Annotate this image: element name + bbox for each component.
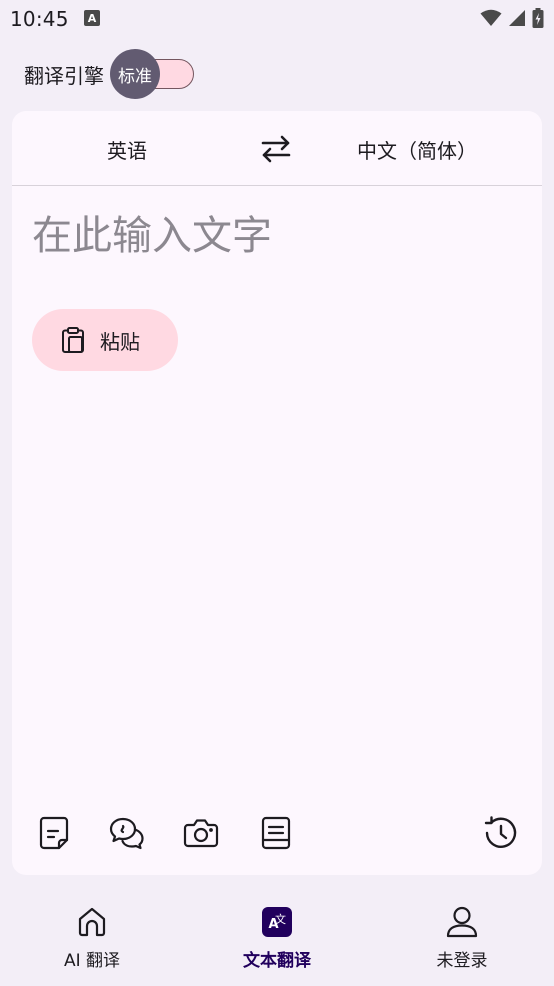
- note-icon: [39, 816, 69, 850]
- nav-label-ai-translate: AI 翻译: [63, 951, 121, 971]
- conversation-icon: [109, 817, 144, 850]
- clipboard-icon: [62, 327, 84, 353]
- battery-icon: [532, 8, 544, 28]
- language-row: 英语 中文（简体）: [12, 111, 542, 186]
- a-notification-icon: A: [84, 10, 100, 26]
- nav-item-text-translate[interactable]: A 文 文本翻译: [207, 904, 347, 974]
- nav-item-account[interactable]: 未登录: [392, 904, 532, 974]
- status-bar: 10:45 A: [0, 0, 554, 38]
- home-icon-wrap: [72, 904, 112, 940]
- nav-label-text-translate: 文本翻译: [243, 951, 311, 971]
- paste-button[interactable]: 粘贴: [32, 309, 178, 371]
- document-icon: [261, 816, 291, 850]
- history-button[interactable]: [478, 811, 522, 855]
- svg-text:文: 文: [275, 912, 286, 926]
- note-button[interactable]: [32, 811, 76, 855]
- paste-label: 粘贴: [100, 329, 140, 354]
- bottom-nav: AI 翻译 A 文 文本翻译 未登录: [0, 890, 554, 986]
- person-icon-wrap: [442, 904, 482, 940]
- translation-card: 英语 中文（简体） 粘贴: [12, 111, 542, 875]
- engine-toggle[interactable]: 标准: [110, 49, 194, 99]
- nav-label-account: 未登录: [436, 951, 488, 971]
- text-input[interactable]: [32, 206, 522, 266]
- tool-row: [12, 811, 542, 855]
- wifi-icon: [480, 9, 502, 26]
- person-icon: [446, 906, 478, 938]
- history-icon: [484, 816, 517, 848]
- source-language-button[interactable]: 英语: [82, 135, 172, 164]
- camera-button[interactable]: [179, 811, 223, 855]
- nav-item-ai-translate[interactable]: AI 翻译: [22, 904, 162, 974]
- document-button[interactable]: [254, 811, 298, 855]
- translate-icon: A 文: [262, 907, 292, 937]
- engine-toggle-thumb[interactable]: 标准: [110, 49, 160, 99]
- status-icons: [480, 7, 544, 29]
- signal-icon: [509, 10, 525, 26]
- engine-row: 翻译引擎 标准: [24, 49, 194, 99]
- camera-icon: [183, 819, 219, 848]
- swap-arrows-icon: [261, 135, 291, 163]
- status-time: 10:45: [10, 7, 69, 31]
- home-icon: [78, 907, 106, 937]
- engine-label: 翻译引擎: [24, 63, 104, 88]
- translate-icon-wrap: A 文: [257, 904, 297, 940]
- swap-languages-button[interactable]: [258, 133, 294, 165]
- conversation-button[interactable]: [105, 811, 149, 855]
- target-language-button[interactable]: 中文（简体）: [342, 135, 492, 164]
